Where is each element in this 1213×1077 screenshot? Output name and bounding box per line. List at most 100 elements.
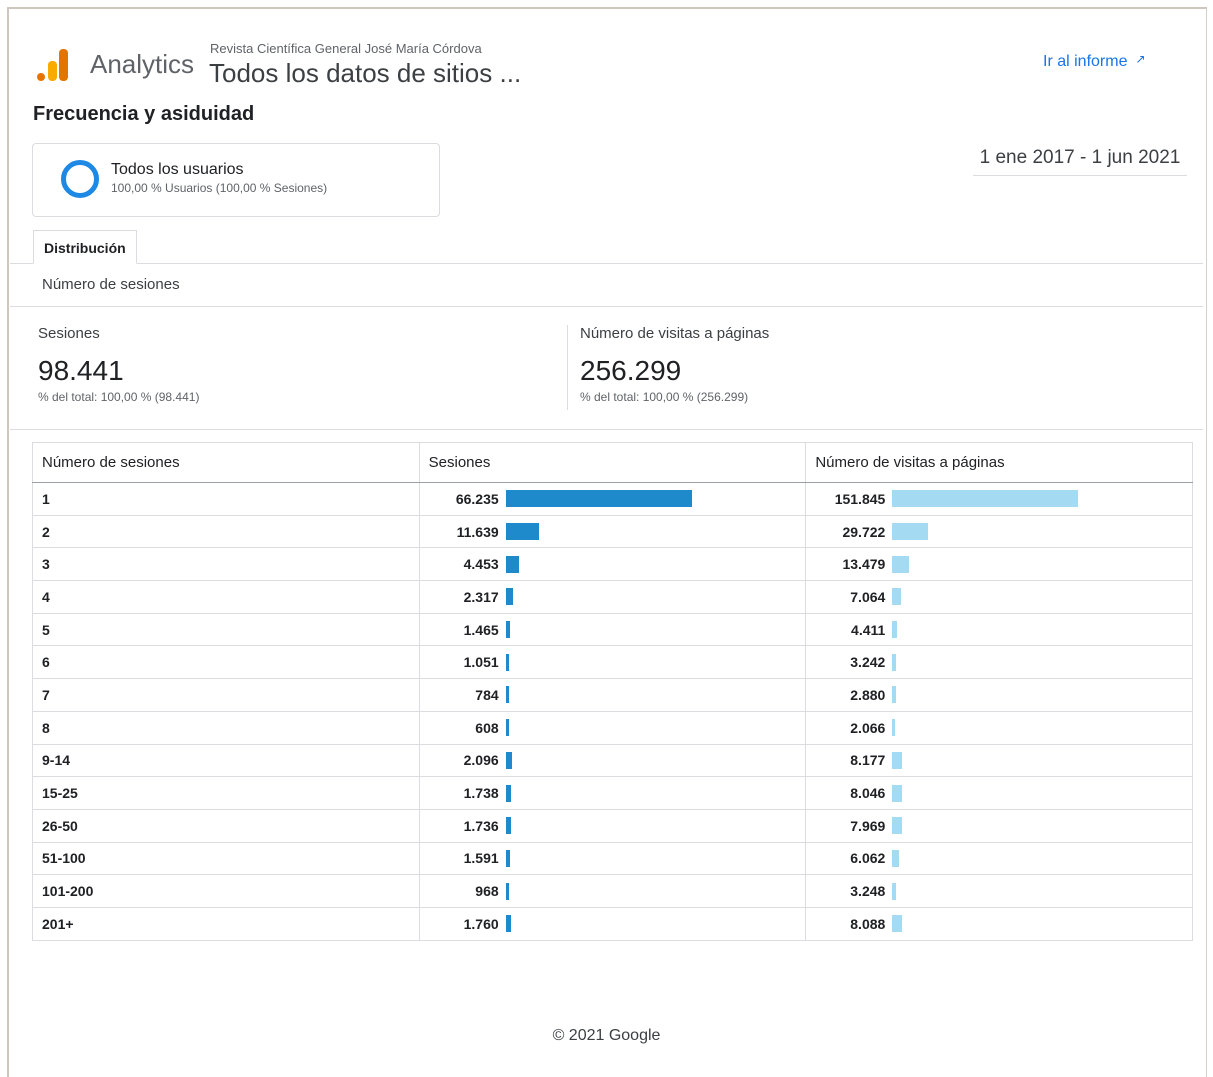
row-label: 101-200: [32, 874, 420, 908]
brand-name: Analytics: [90, 49, 195, 79]
cell-pageviews: 13.479: [805, 547, 1193, 582]
distribution-table: Número de sesiones Sesiones Número de vi…: [32, 442, 1193, 941]
sessions-bar: [505, 490, 692, 508]
sessions-value: 2.317: [463, 588, 499, 605]
cell-pageviews: 6.062: [805, 841, 1193, 876]
cell-pageviews: 8.046: [805, 776, 1193, 810]
table-row: 51-100 1.591 6.062: [32, 841, 1193, 876]
cell-sessions: 1.465: [418, 612, 807, 647]
metric-pageviews-label: Número de visitas a páginas: [580, 325, 770, 342]
pageviews-value: 7.064: [850, 588, 886, 605]
metric-sessions-label: Sesiones: [38, 325, 100, 342]
pageviews-bar: [892, 915, 903, 933]
pageviews-value: 3.248: [850, 883, 886, 900]
cell-sessions: 608: [418, 710, 807, 745]
cell-pageviews: 8.177: [805, 743, 1193, 778]
pageviews-value: 6.062: [850, 850, 886, 867]
sessions-bar: [505, 751, 512, 769]
sessions-value: 4.453: [463, 556, 499, 573]
row-label: 4: [32, 580, 420, 614]
analytics-logo-icon: [35, 45, 71, 85]
column-header-sessions-count[interactable]: Número de sesiones: [32, 442, 420, 483]
pageviews-bar: [892, 588, 902, 606]
cell-pageviews: 29.722: [805, 514, 1193, 549]
pageviews-value: 13.479: [842, 556, 886, 573]
metric-pageviews-pct: % del total: 100,00 % (256.299): [580, 390, 749, 404]
sessions-value: 608: [475, 719, 499, 736]
row-label: 201+: [32, 906, 420, 941]
sessions-value: 1.051: [463, 654, 499, 671]
cell-sessions: 1.738: [418, 776, 807, 810]
pageviews-value: 8.046: [850, 785, 886, 802]
pageviews-bar: [892, 555, 910, 573]
table-row: 7 784 2.880: [32, 678, 1193, 712]
cell-sessions: 1.051: [418, 645, 807, 680]
sessions-bar: [505, 817, 511, 835]
table-row: 2 11.639 29.722: [32, 514, 1193, 549]
cell-sessions: 66.235: [418, 482, 807, 516]
sessions-bar: [505, 882, 509, 900]
table-row: 26-50 1.736 7.969: [32, 808, 1193, 843]
row-label: 3: [32, 547, 420, 582]
metric-divider: [567, 325, 568, 410]
pageviews-value: 3.242: [850, 654, 886, 671]
column-header-pageviews[interactable]: Número de visitas a páginas: [805, 442, 1193, 483]
row-label: 1: [32, 482, 420, 516]
cell-pageviews: 3.242: [805, 645, 1193, 680]
segment-card[interactable]: Todos los usuarios 100,00 % Usuarios (10…: [32, 143, 440, 217]
sessions-value: 1.738: [463, 785, 499, 802]
sessions-bar: [505, 719, 509, 737]
metrics-divider: [10, 429, 1203, 430]
cell-pageviews: 7.969: [805, 808, 1193, 843]
tab-divider: [10, 263, 1203, 264]
cell-sessions: 784: [418, 678, 807, 712]
column-header-sessions[interactable]: Sesiones: [418, 442, 807, 483]
sessions-bar: [505, 915, 511, 933]
table-row: 4 2.317 7.064: [32, 580, 1193, 614]
pageviews-value: 8.177: [850, 752, 886, 769]
cell-pageviews: 151.845: [805, 482, 1193, 516]
pageviews-value: 7.969: [850, 817, 886, 834]
sessions-bar: [505, 555, 519, 573]
pageviews-bar: [892, 621, 898, 639]
cell-pageviews: 4.411: [805, 612, 1193, 647]
sessions-value: 1.465: [463, 621, 499, 638]
report-link[interactable]: Ir al informe ↗︎: [1043, 52, 1146, 71]
cell-sessions: 2.096: [418, 743, 807, 778]
row-label: 15-25: [32, 776, 420, 810]
sessions-value: 1.760: [463, 915, 499, 932]
date-range-picker[interactable]: 1 ene 2017 - 1 jun 2021: [973, 147, 1187, 176]
sessions-bar: [505, 784, 511, 802]
section-subheading: Número de sesiones: [42, 276, 180, 293]
site-title[interactable]: Todos los datos de sitios ...: [209, 58, 521, 89]
footer-copyright: © 2021 Google: [552, 1027, 661, 1044]
cell-pageviews: 3.248: [805, 874, 1193, 908]
sessions-bar: [505, 849, 510, 867]
cell-sessions: 1.760: [418, 906, 807, 941]
pageviews-value: 2.066: [850, 719, 886, 736]
tab-distribucion[interactable]: Distribución: [33, 230, 137, 264]
segment-detail: 100,00 % Usuarios (100,00 % Sesiones): [111, 181, 328, 195]
pageviews-bar: [892, 882, 897, 900]
sessions-value: 1.591: [463, 850, 499, 867]
external-link-icon: ↗︎: [1135, 52, 1146, 66]
metric-sessions-pct: % del total: 100,00 % (98.441): [38, 390, 200, 404]
cell-sessions: 1.736: [418, 808, 807, 843]
table-row: 6 1.051 3.242: [32, 645, 1193, 680]
pageviews-bar: [892, 719, 896, 737]
row-label: 9-14: [32, 743, 420, 778]
pageviews-bar: [892, 523, 929, 541]
table-row: 8 608 2.066: [32, 710, 1193, 745]
metric-pageviews-value: 256.299: [580, 355, 682, 386]
cell-sessions: 4.453: [418, 547, 807, 582]
row-label: 8: [32, 710, 420, 745]
cell-pageviews: 2.880: [805, 678, 1193, 712]
cell-sessions: 1.591: [418, 841, 807, 876]
pageviews-bar: [892, 490, 1079, 508]
pageviews-bar: [892, 784, 903, 802]
pageviews-value: 2.880: [850, 686, 886, 703]
table-row: 15-25 1.738 8.046: [32, 776, 1193, 810]
segment-name: Todos los usuarios: [111, 161, 244, 178]
pageviews-bar: [892, 751, 903, 769]
table-row: 5 1.465 4.411: [32, 612, 1193, 647]
